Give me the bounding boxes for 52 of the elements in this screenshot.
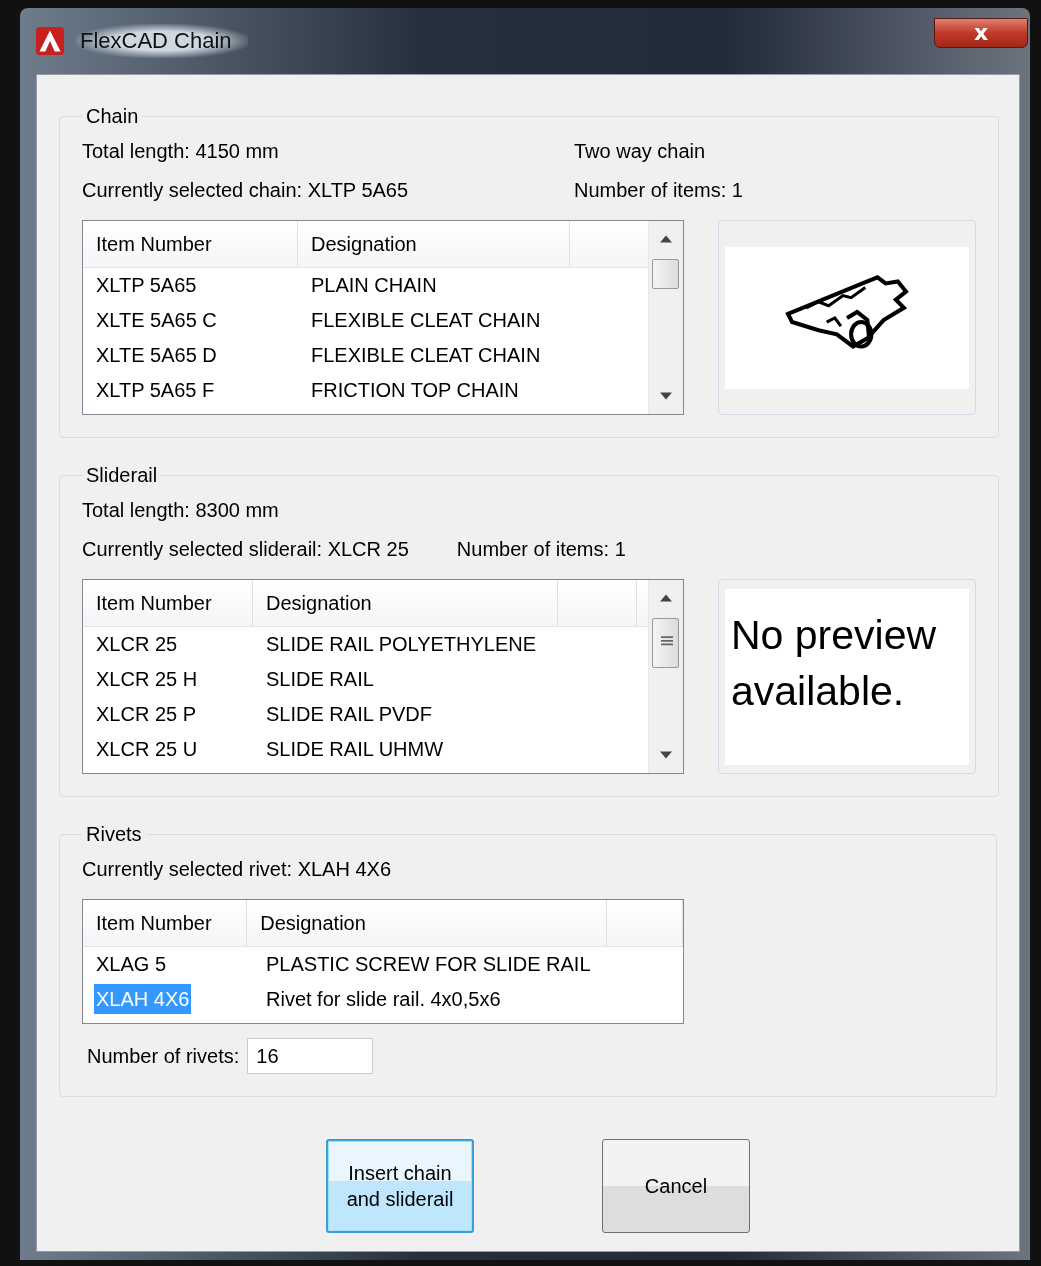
item-number[interactable]: XLCR 25 P <box>94 699 199 729</box>
designation-text: FLEXIBLE CLEAT CHAIN <box>310 309 541 332</box>
info-text: Currently selected rivet: XLAH 4X6 <box>82 858 392 881</box>
dialog-button[interactable]: Insert chain and sliderail <box>326 1139 474 1233</box>
designation-text: PLASTIC SCREW FOR SLIDE RAIL <box>265 953 591 976</box>
group-title: Chain <box>85 105 140 128</box>
app-logo-icon <box>36 27 64 55</box>
column-header[interactable]: Designation <box>298 221 570 267</box>
info-text: Number of items: 1 <box>574 179 743 202</box>
designation-text: FLEXIBLE CLEAT CHAIN <box>310 344 541 367</box>
info-text: Total length: 8300 mm <box>82 499 279 522</box>
group-title: Rivets <box>85 823 143 846</box>
info-text: Total length: 4150 mm <box>82 140 280 163</box>
item-number[interactable]: XLTE 5A65 C <box>94 305 219 335</box>
item-number[interactable]: XLAG 5 <box>94 949 169 979</box>
column-header[interactable]: Designation <box>247 900 607 946</box>
dialog-button[interactable]: Cancel <box>602 1139 750 1233</box>
column-header[interactable]: Item Number <box>83 221 298 267</box>
scroll-thumb[interactable] <box>652 259 679 289</box>
close-button[interactable]: x <box>934 18 1028 48</box>
designation-text: Rivet for slide rail. 4x0,5x6 <box>265 988 501 1011</box>
column-header[interactable]: Item Number <box>83 900 248 946</box>
scrollbar[interactable] <box>648 580 683 773</box>
group-title: Sliderail <box>85 464 159 487</box>
no-preview-text: No preview available. <box>725 588 969 765</box>
designation-text: SLIDE RAIL <box>265 668 374 691</box>
item-number[interactable]: XLCR 25 U <box>94 734 200 764</box>
designation-text: SLIDE RAIL POLYETHYLENE <box>265 633 537 656</box>
column-header[interactable]: Item Number <box>83 580 253 626</box>
scrollbar[interactable] <box>648 221 683 414</box>
info-text: Number of items: 1 <box>456 538 626 561</box>
scroll-down-icon[interactable] <box>660 751 672 759</box>
item-number[interactable]: XLCR 25 <box>94 629 180 659</box>
info-text: Currently selected sliderail: XLCR 25 <box>82 538 409 561</box>
column-header[interactable]: Designation <box>253 580 558 626</box>
designation-text: SLIDE RAIL PVDF <box>265 703 432 726</box>
item-number[interactable]: XLCR 25 H <box>94 664 200 694</box>
designation-text: SLIDE RAIL UHMW <box>265 738 444 761</box>
scroll-down-icon[interactable] <box>660 392 672 400</box>
field-label: Number of rivets: <box>87 1044 240 1068</box>
item-number[interactable]: XLTP 5A65 F <box>94 375 217 405</box>
window-title: FlexCAD Chain <box>76 24 248 58</box>
designation-text: PLAIN CHAIN <box>310 274 437 297</box>
designation-text: FRICTION TOP CHAIN <box>310 379 519 402</box>
scroll-thumb[interactable] <box>652 618 679 668</box>
number-field[interactable]: 16 <box>247 1038 374 1074</box>
scroll-up-icon[interactable] <box>660 235 672 243</box>
scroll-up-icon[interactable] <box>660 594 672 602</box>
info-text: Currently selected chain: XLTP 5A65 <box>82 179 410 202</box>
info-text: Two way chain <box>574 140 706 163</box>
item-number[interactable]: XLTP 5A65 <box>94 270 199 300</box>
item-number[interactable]: XLTE 5A65 D <box>94 340 219 370</box>
